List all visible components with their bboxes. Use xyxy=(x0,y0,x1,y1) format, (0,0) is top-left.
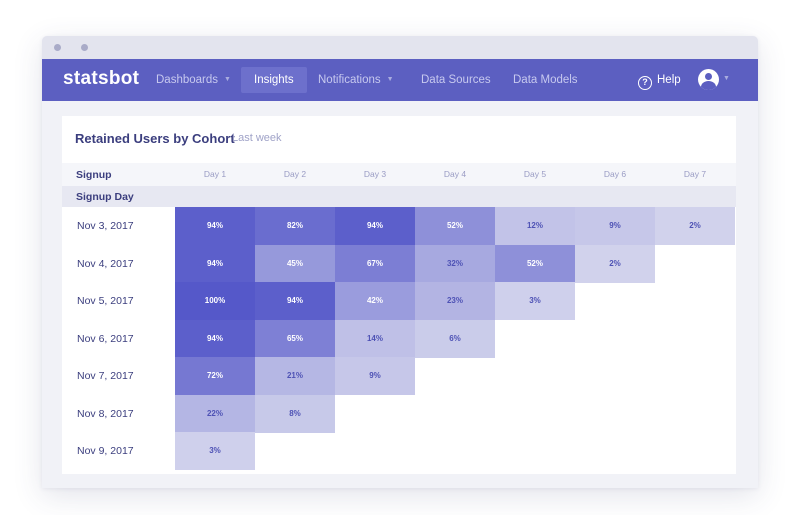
window-titlebar xyxy=(42,36,758,59)
signup-day-header: Signup Day xyxy=(76,191,134,203)
help-button[interactable]: ? Help xyxy=(638,70,681,90)
app-window: statsbot Dashboards ▼ Insights Notificati… xyxy=(42,36,758,488)
retention-cell[interactable]: 3% xyxy=(175,432,255,470)
statsbot-logo[interactable]: statsbot xyxy=(63,68,139,90)
cohort-date-label: Nov 5, 2017 xyxy=(77,295,134,307)
retention-cell[interactable]: 42% xyxy=(335,282,415,320)
day-header: Day 4 xyxy=(443,169,467,179)
retention-cell[interactable]: 52% xyxy=(495,244,575,283)
day-header: Day 6 xyxy=(603,169,627,179)
retention-cell[interactable]: 21% xyxy=(255,357,335,395)
retention-cell[interactable]: 94% xyxy=(255,282,335,320)
cohort-date-label: Nov 7, 2017 xyxy=(77,370,134,382)
table-subheader-row: Signup Day xyxy=(62,186,736,207)
chevron-down-icon: ▼ xyxy=(386,76,394,83)
retention-cell[interactable]: 94% xyxy=(175,207,255,245)
cohort-date-label: Nov 8, 2017 xyxy=(77,407,134,420)
retention-cell[interactable]: 94% xyxy=(175,319,255,358)
table-header-row: Signup Day 1 Day 2 Day 3 Day 4 Day 5 Day 6 Day… xyxy=(62,163,736,186)
cohort-date-label: Nov 6, 2017 xyxy=(77,332,134,345)
retention-cell[interactable]: 94% xyxy=(335,207,415,245)
retention-cell[interactable]: 65% xyxy=(255,319,335,358)
nav-data-sources[interactable]: Data Sources xyxy=(421,67,491,93)
chevron-down-icon: ▼ xyxy=(224,76,231,83)
retention-cell[interactable]: 72% xyxy=(175,357,255,395)
day-header: Day 7 xyxy=(683,169,707,179)
user-avatar-icon[interactable] xyxy=(698,69,719,90)
top-navbar: statsbot Dashboards ▼ Insights Notificati… xyxy=(42,59,758,101)
retention-cell[interactable]: 6% xyxy=(415,319,495,358)
cohort-report-card: Retained Users by Cohort Last week Signu… xyxy=(62,116,736,474)
day-header: Day 1 xyxy=(203,169,227,179)
signup-header: Signup xyxy=(76,169,112,181)
nav-notifications[interactable]: Notifications ▼ xyxy=(318,67,394,93)
day-header: Day 5 xyxy=(523,169,547,179)
report-period[interactable]: Last week xyxy=(232,132,282,144)
window-minimize-dot[interactable] xyxy=(81,44,88,51)
retention-cell[interactable]: 23% xyxy=(415,282,495,320)
retention-cell[interactable]: 32% xyxy=(415,244,495,283)
retention-cell[interactable]: 2% xyxy=(575,244,655,283)
retention-cell[interactable]: 2% xyxy=(655,207,735,245)
window-close-dot[interactable] xyxy=(54,44,61,51)
nav-insights-label: Insights xyxy=(254,74,294,86)
nav-data-sources-label: Data Sources xyxy=(421,74,491,86)
retention-cell[interactable]: 22% xyxy=(175,394,255,433)
retention-cell[interactable]: 67% xyxy=(335,244,415,283)
cohort-date-label: Nov 9, 2017 xyxy=(77,445,134,457)
question-circle-icon: ? xyxy=(638,76,652,90)
report-title: Retained Users by Cohort xyxy=(75,131,235,146)
retention-cell[interactable]: 3% xyxy=(495,282,575,320)
day-header: Day 3 xyxy=(363,169,387,179)
nav-dashboards[interactable]: Dashboards ▼ xyxy=(156,67,231,93)
help-label: Help xyxy=(657,74,681,86)
chevron-down-icon[interactable]: ▼ xyxy=(723,75,730,82)
retention-cell[interactable]: 9% xyxy=(335,357,415,395)
cohort-date-label: Nov 4, 2017 xyxy=(77,257,134,270)
retention-cell[interactable]: 94% xyxy=(175,244,255,283)
retention-cell[interactable]: 100% xyxy=(175,282,255,320)
retention-cell[interactable]: 9% xyxy=(575,207,655,245)
retention-cell[interactable]: 12% xyxy=(495,207,575,245)
nav-data-models-label: Data Models xyxy=(513,74,578,86)
retention-cell[interactable]: 14% xyxy=(335,319,415,358)
cohort-date-label: Nov 3, 2017 xyxy=(77,220,134,232)
nav-data-models[interactable]: Data Models xyxy=(513,67,578,93)
retention-cell[interactable]: 52% xyxy=(415,207,495,245)
retention-cell[interactable]: 82% xyxy=(255,207,335,245)
retention-cell[interactable]: 8% xyxy=(255,394,335,433)
retention-cell[interactable]: 45% xyxy=(255,244,335,283)
nav-dashboards-label: Dashboards xyxy=(156,74,219,87)
day-header: Day 2 xyxy=(283,169,307,179)
nav-notifications-label: Notifications xyxy=(318,74,381,87)
nav-insights[interactable]: Insights xyxy=(241,67,307,93)
